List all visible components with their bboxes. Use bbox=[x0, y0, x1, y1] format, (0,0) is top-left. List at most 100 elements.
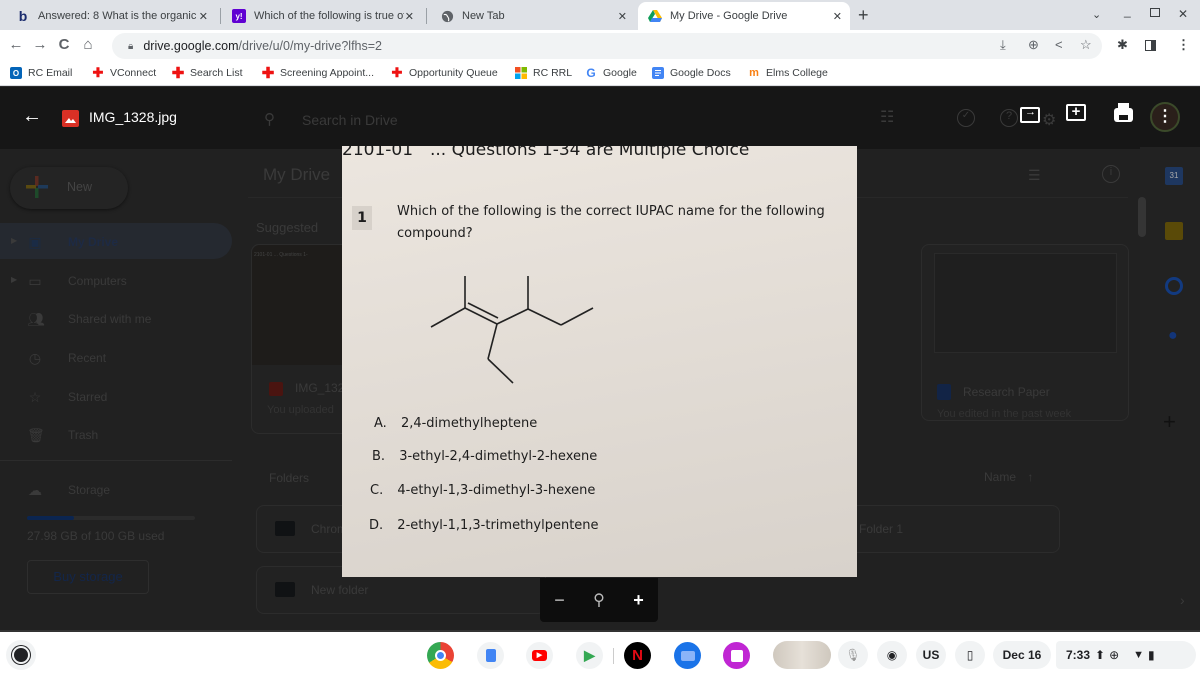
bookmark-elms-college[interactable]: m Elms College bbox=[748, 67, 828, 79]
dictation-mic-icon[interactable]: 🎙︎ bbox=[838, 641, 868, 669]
reload-icon[interactable]: C bbox=[54, 36, 74, 53]
tab-search-chevron-icon[interactable]: ⌄ bbox=[1092, 8, 1101, 21]
netflix-app-icon[interactable]: N bbox=[624, 642, 651, 669]
drive-search-box[interactable]: ⚲ Search in Drive bbox=[252, 107, 842, 135]
sidebar-item-computers[interactable]: ▶ ▭ Computers bbox=[0, 266, 232, 296]
red-cross-icon: ✚ bbox=[261, 65, 275, 82]
bookmark-google-docs[interactable]: Google Docs bbox=[652, 67, 731, 79]
sort-by-name-button[interactable]: Name ↑ bbox=[984, 470, 1033, 484]
tasks-icon[interactable] bbox=[1165, 277, 1183, 295]
youtube-app-icon[interactable]: ▶ bbox=[526, 642, 553, 669]
date-tray[interactable]: Dec 16 bbox=[993, 641, 1051, 669]
bookmark-label: VConnect bbox=[110, 67, 157, 79]
share-icon[interactable]: < bbox=[1055, 37, 1063, 52]
bookmark-screening[interactable]: ✚ Screening Appoint... bbox=[261, 65, 374, 82]
status-tray[interactable]: 7:33 ⬆︎ ⊕ ▼ ▮ bbox=[1056, 641, 1196, 669]
calendar-icon[interactable]: 31 bbox=[1165, 167, 1183, 185]
bookmark-rc-email[interactable]: O RC Email bbox=[10, 67, 72, 79]
help-icon[interactable]: ? bbox=[1000, 109, 1018, 127]
settings-gear-icon[interactable]: ⚙ bbox=[1042, 110, 1056, 130]
search-options-icon[interactable]: ☷ bbox=[880, 107, 894, 127]
tab-strip: b Answered: 8 What is the organic ✕ y! W… bbox=[0, 0, 1200, 30]
zoom-out-button[interactable]: − bbox=[554, 590, 565, 611]
close-tab-icon[interactable]: ✕ bbox=[199, 10, 208, 23]
os-shelf: ▶ ▶ N 🎙︎ ◉ US ▯ Dec 16 7:33 ⬆︎ ⊕ ▼ ▮ bbox=[0, 630, 1200, 675]
bookmark-star-icon[interactable]: ☆ bbox=[1080, 37, 1092, 53]
chrome-app-icon[interactable] bbox=[427, 642, 454, 669]
keep-icon[interactable] bbox=[1165, 222, 1183, 240]
gallery-app-icon[interactable] bbox=[723, 642, 750, 669]
new-button[interactable]: New bbox=[10, 167, 128, 209]
open-with-icon[interactable]: → bbox=[1020, 106, 1040, 123]
close-window-icon[interactable]: ✕ bbox=[1178, 7, 1188, 21]
side-apps-panel bbox=[1140, 147, 1200, 630]
tablet-mode-icon[interactable]: ▯ bbox=[955, 641, 985, 669]
restore-icon[interactable] bbox=[1150, 8, 1160, 17]
launcher-button[interactable] bbox=[6, 640, 36, 670]
bookmark-vconnect[interactable]: ✚ VConnect bbox=[92, 65, 157, 80]
files-app-icon[interactable] bbox=[674, 642, 701, 669]
show-side-panel-icon[interactable]: › bbox=[1180, 592, 1185, 608]
people-icon: 👥︎ bbox=[27, 310, 45, 327]
forward-icon[interactable]: → bbox=[30, 36, 50, 53]
tab-answered[interactable]: b Answered: 8 What is the organic ✕ bbox=[6, 2, 216, 30]
bookmark-label: Elms College bbox=[766, 67, 828, 79]
offline-status-icon[interactable]: ✓ bbox=[957, 109, 975, 127]
bookmark-search-list[interactable]: ✚ Search List bbox=[172, 65, 243, 82]
bookmark-label: Opportunity Queue bbox=[409, 67, 498, 79]
scrollbar-thumb[interactable] bbox=[1138, 197, 1146, 237]
install-icon[interactable]: ⤓ bbox=[1000, 37, 1006, 53]
close-tab-icon[interactable]: ✕ bbox=[618, 10, 627, 23]
sidebar-item-my-drive[interactable]: ▶ ▣ My Drive bbox=[0, 227, 232, 257]
close-tab-icon[interactable]: ✕ bbox=[405, 10, 414, 23]
zoom-in-button[interactable]: + bbox=[633, 590, 644, 611]
sidebar-item-shared[interactable]: 👥︎ Shared with me bbox=[0, 304, 232, 334]
tab-my-drive[interactable]: My Drive - Google Drive ✕ bbox=[638, 2, 850, 30]
question-text-line1: Which of the following is the correct IU… bbox=[397, 204, 825, 219]
bookmark-label: Screening Appoint... bbox=[280, 67, 374, 79]
info-icon[interactable]: i bbox=[1102, 165, 1120, 183]
sidebar-item-starred[interactable]: ☆ Starred bbox=[0, 382, 232, 412]
tab-yahoo[interactable]: y! Which of the following is true of ✕ bbox=[222, 2, 422, 30]
list-view-icon[interactable]: ☰ bbox=[1028, 167, 1041, 184]
back-arrow-icon[interactable]: ← bbox=[22, 105, 42, 128]
tab-title: Answered: 8 What is the organic bbox=[38, 10, 197, 22]
outlook-icon: O bbox=[10, 67, 22, 79]
tab-title: Which of the following is true of bbox=[254, 10, 404, 22]
add-comment-icon[interactable]: + bbox=[1066, 104, 1086, 121]
chrome-menu-icon[interactable]: ⋮ bbox=[1177, 37, 1190, 53]
address-bar[interactable]: 🔒︎ drive.google.com/drive/u/0/my-drive?l… bbox=[112, 33, 1102, 59]
file-name: Research Paper bbox=[963, 385, 1050, 399]
minimize-icon[interactable]: _ bbox=[1124, 4, 1131, 18]
buy-storage-button[interactable]: Buy storage bbox=[27, 560, 149, 594]
holding-space-thumbnails[interactable] bbox=[773, 641, 831, 669]
sidebar-divider bbox=[0, 460, 232, 461]
get-addons-plus-icon[interactable]: + bbox=[1163, 409, 1176, 435]
new-tab-button[interactable]: + bbox=[858, 5, 869, 26]
home-icon[interactable]: ⌂ bbox=[78, 36, 98, 53]
suggested-label: Suggested bbox=[256, 220, 319, 235]
sidebar-item-trash[interactable]: 🗑︎ Trash bbox=[0, 420, 232, 450]
choice-c: C. 4-ethyl-1,3-dimethyl-3-hexene bbox=[370, 483, 595, 498]
bookmark-google[interactable]: G Google bbox=[585, 66, 637, 80]
ime-indicator[interactable]: US bbox=[916, 641, 946, 669]
suggested-file-card[interactable]: Research Paper You edited in the past we… bbox=[921, 244, 1129, 421]
back-icon[interactable]: ← bbox=[6, 36, 26, 53]
contacts-icon[interactable]: ● bbox=[1168, 327, 1180, 344]
close-tab-icon[interactable]: ✕ bbox=[833, 10, 842, 23]
more-actions-icon[interactable]: ⋮ bbox=[1150, 102, 1180, 132]
select-to-speak-icon[interactable]: ◉ bbox=[877, 641, 907, 669]
play-store-app-icon[interactable]: ▶ bbox=[576, 642, 603, 669]
sidebar-item-storage[interactable]: ☁︎ Storage bbox=[0, 475, 232, 505]
zoom-reset-icon[interactable]: ⚲ bbox=[593, 590, 605, 610]
bookmark-rc-rrl[interactable]: RC RRL bbox=[515, 67, 572, 79]
side-panel-icon[interactable] bbox=[1145, 40, 1156, 51]
bookmark-opportunity-queue[interactable]: ✚ Opportunity Queue bbox=[391, 65, 498, 80]
docs-app-icon[interactable] bbox=[477, 642, 504, 669]
tab-new-tab[interactable]: New Tab ✕ bbox=[430, 2, 635, 30]
double-bond bbox=[464, 307, 498, 325]
print-icon[interactable] bbox=[1114, 103, 1133, 122]
sidebar-item-recent[interactable]: ◷ Recent bbox=[0, 343, 232, 373]
zoom-icon[interactable]: ⊕ bbox=[1028, 37, 1039, 53]
extensions-icon[interactable]: ✱ bbox=[1117, 37, 1128, 53]
